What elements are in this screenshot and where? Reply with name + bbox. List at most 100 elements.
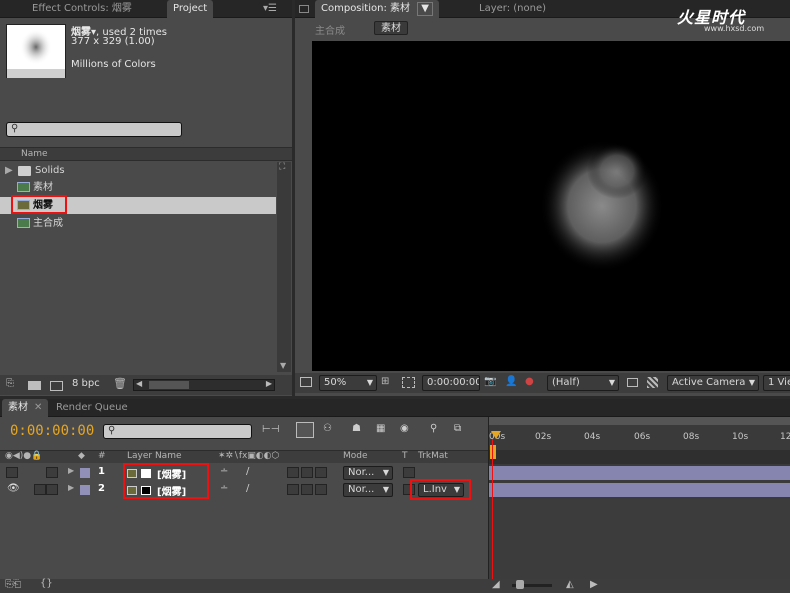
switch-box[interactable] [315,484,327,495]
transparency-grid-icon[interactable] [647,377,658,388]
solo-toggle[interactable] [46,467,58,478]
work-area-bar[interactable] [489,417,790,425]
layer-number: 1 [98,466,105,477]
tab-composition[interactable]: Composition: 素材 ▼ [315,0,439,18]
expand-panes-icon[interactable]: {} [40,578,53,589]
flowchart-icon[interactable]: ⛶ [279,162,285,172]
breadcrumb-main[interactable]: 主合成 [315,22,345,37]
live-update-icon[interactable] [296,422,314,438]
composition-viewer[interactable] [312,41,790,371]
timeline-timecode[interactable]: 0:00:00:00 [10,423,94,439]
project-scrollbar[interactable]: ⛶ ▼ [277,162,291,372]
tab-timeline-comp[interactable]: 素材 ✕ [2,399,49,417]
panel-menu-icon[interactable]: ▾☰ [263,3,277,14]
mode-select[interactable]: Nor... ▼ [343,466,393,480]
graph-editor-icon[interactable]: ⧉ [454,423,461,434]
comp-mini-flowchart-icon[interactable]: ⊢⊣ [262,424,279,435]
playhead-marker[interactable] [490,445,496,459]
playhead-handle-icon[interactable] [491,431,501,439]
fast-preview-icon[interactable] [627,378,638,387]
scroll-thumb[interactable] [149,381,189,389]
brainstorm-icon[interactable]: ⚲ [430,423,437,434]
composition-icon [17,182,30,192]
expand-arrow-icon[interactable]: ▶ [68,466,74,475]
tab-render-queue[interactable]: Render Queue [50,399,134,417]
column-t: T [402,451,408,461]
snapshot-icon[interactable]: 📷 [484,376,496,387]
channel-icon[interactable]: ● [525,376,534,387]
tab-project[interactable]: Project [167,0,214,18]
zoom-select[interactable]: 50% ▼ [319,375,377,391]
switch-box[interactable] [301,484,313,495]
audio-toggle[interactable] [34,484,46,495]
scroll-right-icon[interactable]: ▶ [266,379,272,388]
composition-panel: 主合成 素材 50% ▼ ⊞ 0:00:00:00 📷 👤 ● (Half) ▼ A [295,18,790,396]
expand-arrow-icon[interactable]: ▶ [68,483,74,492]
layer-column-header: ◉◀)●🔒 ◆ # Layer Name ✶✲∖fx▣◐◐⬡ Mode T Tr… [0,450,488,463]
show-snapshot-icon[interactable]: 👤 [505,376,517,387]
expand-arrow-icon[interactable]: ▶ [5,162,13,179]
time-ruler[interactable]: 00s 02s 04s 06s 08s 10s 12 [489,427,790,449]
current-time-indicator[interactable] [492,439,493,581]
project-list: ▶ Solids 素材 烟雾 主合成 [0,162,276,372]
scroll-down-icon[interactable]: ▼ [280,361,286,370]
list-item-sucai[interactable]: 素材 [0,179,276,196]
always-preview-icon[interactable] [300,377,312,387]
breadcrumb-current[interactable]: 素材 [374,21,408,35]
zoom-out-icon[interactable]: ◢ [492,579,500,590]
switch-box[interactable] [301,467,313,478]
interpret-footage-icon[interactable]: ⎘ [6,378,14,389]
tab-effect-controls[interactable]: Effect Controls: 烟雾 [26,0,138,18]
bpc-label[interactable]: 8 bpc [72,378,100,389]
search-icon: ⚲ [11,123,19,134]
label-color[interactable] [80,485,90,495]
view-layout-select[interactable]: 1 Vie [763,375,790,391]
column-name[interactable]: Name [21,149,48,159]
layer-bar-2[interactable] [489,483,790,497]
solo-toggle[interactable] [46,484,58,495]
zoom-in-icon[interactable]: ◭ [566,579,574,590]
label-color[interactable] [80,468,90,478]
panel-lock-icon[interactable] [299,5,309,13]
quality-switch-icon[interactable]: / [246,483,249,494]
column-layer-name[interactable]: Layer Name [127,451,182,461]
frame-blending-icon[interactable]: ▦ [376,423,385,434]
camera-select[interactable]: Active Camera ▼ [667,375,759,391]
label-column-icon: ◆ [78,451,85,461]
new-composition-icon[interactable] [50,381,63,391]
timeline-search-input[interactable]: ⚲ [103,424,252,439]
list-item-main-comp[interactable]: 主合成 [0,215,276,232]
project-search-input[interactable]: ⚲ [6,122,182,137]
tab-layer[interactable]: Layer: (none) [473,0,552,18]
switch-box[interactable] [315,467,327,478]
layer-bar-1[interactable] [489,466,790,480]
scroll-right-icon[interactable]: ▶ [590,579,598,590]
list-item-solids[interactable]: ▶ Solids [0,162,276,179]
switch-box[interactable] [287,467,299,478]
quality-switch-icon[interactable]: / [246,466,249,477]
horizontal-scrollbar[interactable]: ◀ ▶ [133,379,275,391]
switch-box[interactable] [287,484,299,495]
timecode-display[interactable]: 0:00:00:00 [422,375,480,391]
shy-switch-icon[interactable]: ∸ [220,483,228,494]
draft-3d-icon[interactable]: ⚇ [323,423,332,434]
trash-icon[interactable]: 🗑 [113,377,127,390]
scroll-left-icon[interactable]: ◀ [136,379,142,388]
timeline-graph-area[interactable]: 00s 02s 04s 06s 08s 10s 12 [488,417,790,593]
comp-dropdown-icon[interactable]: ▼ [417,2,433,16]
resolution-select[interactable]: (Half) ▼ [547,375,619,391]
motion-blur-icon[interactable]: ◉ [400,423,409,434]
grid-icon[interactable]: ⊞ [381,376,389,387]
preserve-transparency-toggle[interactable] [403,467,415,478]
region-of-interest-icon[interactable] [402,377,415,388]
mode-select[interactable]: Nor... ▼ [343,483,393,497]
zoom-slider-thumb[interactable] [516,580,524,589]
new-folder-icon[interactable] [28,381,41,390]
hide-shy-icon[interactable]: ☗ [352,423,361,434]
shy-switch-icon[interactable]: ∸ [220,466,228,477]
video-toggle[interactable] [6,467,18,478]
project-toolbar: ⎘ 8 bpc 🗑 ◀ ▶ [0,375,292,395]
toggle-switches-icon[interactable]: ⎘⎗ [5,579,21,590]
highlight-box [410,479,471,500]
eye-icon[interactable]: 👁 [7,483,20,494]
